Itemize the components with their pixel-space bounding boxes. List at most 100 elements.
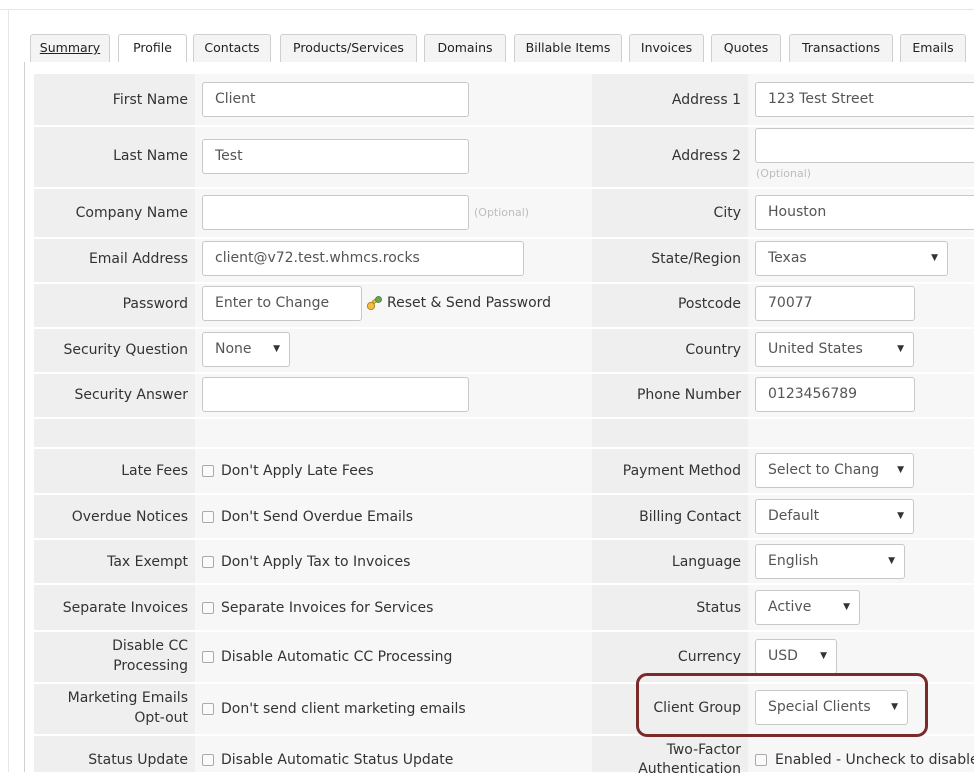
currency-label: Currency: [677, 649, 741, 665]
row-divider: [34, 372, 974, 374]
tab-profile[interactable]: Profile: [118, 34, 187, 63]
payment-method-select[interactable]: Select to Chang ▼: [755, 453, 914, 488]
tab-billable-items[interactable]: Billable Items: [514, 34, 622, 62]
company-optional-hint: (Optional): [474, 206, 530, 219]
city-label: City: [713, 205, 741, 221]
email-input[interactable]: client@v72.test.whmcs.rocks: [202, 241, 524, 276]
last-name-input[interactable]: Test: [202, 139, 469, 174]
address1-label: Address 1: [671, 92, 741, 108]
disable-cc-checkbox[interactable]: [202, 651, 214, 663]
tab-emails[interactable]: Emails: [900, 34, 966, 62]
state-select[interactable]: Texas ▼: [755, 241, 948, 276]
postcode-value: 70077: [768, 295, 813, 311]
tab-products-services[interactable]: Products/Services: [280, 34, 417, 62]
overdue-notices-label: Overdue Notices: [71, 509, 188, 525]
row-divider: [34, 282, 974, 284]
company-name-input[interactable]: [202, 195, 469, 230]
tax-exempt-label: Tax Exempt: [107, 554, 188, 570]
row-divider: [34, 417, 974, 419]
status-label: Status: [696, 600, 741, 616]
tab-quotes[interactable]: Quotes: [711, 34, 781, 62]
currency-value: USD: [768, 648, 798, 664]
overdue-notices-checkbox[interactable]: [202, 511, 214, 523]
row-divider: [34, 493, 974, 495]
row-divider: [34, 237, 974, 239]
client-group-highlight: [636, 673, 928, 737]
postcode-input[interactable]: 70077: [755, 286, 915, 321]
key-icon: [366, 295, 382, 311]
reset-password-link[interactable]: Reset & Send Password: [366, 294, 576, 314]
city-input[interactable]: Houston: [755, 195, 974, 230]
password-placeholder: Enter to Change: [215, 295, 330, 311]
row-divider: [34, 327, 974, 329]
phone-label: Phone Number: [636, 387, 741, 403]
security-answer-label: Security Answer: [74, 387, 188, 403]
separate-invoices-text: Separate Invoices for Services: [221, 600, 434, 616]
last-name-label: Last Name: [113, 148, 188, 164]
billing-contact-value: Default: [768, 508, 820, 524]
security-answer-input[interactable]: [202, 377, 469, 412]
row-divider: [34, 187, 974, 189]
security-question-value: None: [215, 341, 252, 357]
row-divider: [34, 125, 974, 127]
billing-contact-select[interactable]: Default ▼: [755, 499, 914, 534]
marketing-checkbox[interactable]: [202, 703, 214, 715]
tab-contacts-label: Contacts: [204, 40, 260, 55]
tab-transactions[interactable]: Transactions: [789, 34, 893, 62]
two-factor-label-line1: Two-Factor: [666, 742, 741, 758]
address1-input[interactable]: 123 Test Street: [755, 82, 974, 117]
language-select[interactable]: English ▼: [755, 544, 905, 579]
email-value: client@v72.test.whmcs.rocks: [215, 250, 420, 266]
first-name-label: First Name: [112, 92, 188, 108]
first-name-input[interactable]: Client: [202, 82, 469, 117]
tab-domains[interactable]: Domains: [424, 34, 506, 62]
last-name-value: Test: [215, 148, 243, 164]
tab-summary-label: Summary: [39, 40, 101, 55]
tab-contacts[interactable]: Contacts: [193, 34, 271, 62]
tab-invoices-label: Invoices: [640, 40, 693, 55]
tab-domains-label: Domains: [437, 40, 493, 55]
postcode-label: Postcode: [677, 296, 741, 312]
billing-contact-label: Billing Contact: [639, 509, 741, 525]
status-update-checkbox[interactable]: [202, 754, 214, 766]
currency-select[interactable]: USD ▼: [755, 639, 837, 674]
tab-products-services-label: Products/Services: [293, 40, 404, 55]
tax-exempt-text: Don't Apply Tax to Invoices: [221, 554, 411, 570]
chevron-down-icon: ▼: [843, 602, 850, 612]
chevron-down-icon: ▼: [931, 253, 938, 263]
tab-transactions-label: Transactions: [801, 40, 881, 55]
two-factor-text: Enabled - Uncheck to disable: [775, 752, 974, 768]
security-question-select[interactable]: None ▼: [202, 332, 290, 367]
address2-input[interactable]: [755, 128, 974, 163]
two-factor-checkbox[interactable]: [755, 754, 767, 766]
language-value: English: [768, 553, 819, 569]
company-name-label: Company Name: [75, 205, 188, 221]
phone-input[interactable]: 0123456789: [755, 377, 915, 412]
password-input[interactable]: Enter to Change: [202, 286, 362, 321]
tab-summary[interactable]: Summary: [30, 34, 110, 62]
chevron-down-icon: ▼: [897, 465, 904, 475]
disable-cc-label-line2: Processing: [113, 658, 188, 674]
chevron-down-icon: ▼: [273, 344, 280, 354]
chevron-down-icon: ▼: [897, 344, 904, 354]
late-fees-checkbox[interactable]: [202, 465, 214, 477]
disable-cc-label-line1: Disable CC: [112, 638, 188, 654]
country-select[interactable]: United States ▼: [755, 332, 914, 367]
tab-invoices[interactable]: Invoices: [629, 34, 704, 62]
row-divider: [34, 538, 974, 540]
security-question-label: Security Question: [63, 342, 188, 358]
separate-invoices-checkbox[interactable]: [202, 602, 214, 614]
tax-exempt-checkbox[interactable]: [202, 556, 214, 568]
chevron-down-icon: ▼: [888, 556, 895, 566]
country-value: United States: [768, 341, 863, 357]
email-label: Email Address: [88, 251, 188, 267]
disable-cc-text: Disable Automatic CC Processing: [221, 649, 453, 665]
tab-billable-items-label: Billable Items: [525, 40, 611, 55]
status-update-text: Disable Automatic Status Update: [221, 752, 454, 768]
row-divider: [34, 630, 974, 632]
frame-left-border: [8, 9, 9, 772]
overdue-notices-text: Don't Send Overdue Emails: [221, 509, 414, 525]
country-label: Country: [685, 342, 741, 358]
address1-value: 123 Test Street: [768, 91, 874, 107]
status-select[interactable]: Active ▼: [755, 590, 860, 625]
